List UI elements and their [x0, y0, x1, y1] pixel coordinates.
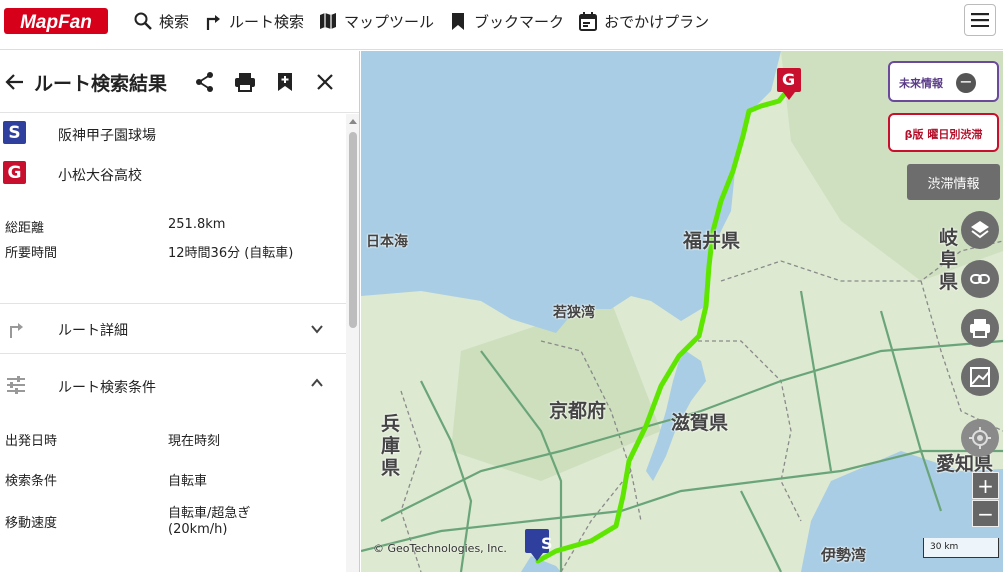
main-nav: 検索 ルート検索 マップツール ブックマーク おでかけプラン [133, 8, 723, 34]
hamburger-icon [971, 13, 989, 27]
minus-circle-icon[interactable]: − [956, 73, 976, 93]
time-label: 所要時間 [5, 246, 58, 261]
nav-map-tools[interactable]: マップツール [318, 11, 434, 32]
calendar-icon [579, 12, 598, 31]
back-arrow-icon[interactable] [4, 71, 26, 93]
label-sea-of-japan: 日本海 [366, 234, 408, 250]
search-condition-label: 検索条件 [5, 474, 58, 489]
conditions-table: 出発日時 現在時刻 検索条件 自転車 移動速度 自転車/超急ぎ (20km/h) [0, 416, 346, 572]
future-info-button[interactable]: 未来情報 − [888, 61, 999, 102]
start-mark: S [3, 121, 26, 144]
link-icon [970, 274, 990, 284]
nav-route-search-label: ルート検索 [229, 12, 305, 31]
terrain-icon [970, 367, 990, 387]
goal-point-row[interactable]: G 小松大谷高校 [0, 154, 346, 194]
route-detail-label: ルート詳細 [58, 323, 128, 339]
terrain-button[interactable] [961, 358, 999, 396]
chevron-down-icon [311, 325, 323, 334]
map-print-button[interactable] [961, 309, 999, 347]
departure-label: 出発日時 [5, 434, 58, 449]
map-icon [320, 13, 337, 29]
search-condition-value: 自転車 [168, 474, 208, 489]
start-marker-letter[interactable]: S [541, 534, 557, 553]
print-icon[interactable] [234, 71, 256, 93]
locate-icon [969, 427, 991, 449]
map-scale: 30 km [923, 538, 999, 558]
route-conditions-label: ルート検索条件 [58, 380, 156, 396]
departure-value: 現在時刻 [168, 434, 221, 449]
link-button[interactable] [961, 260, 999, 298]
beta-weekday-jam-button[interactable]: β版 曜日別渋滞 [888, 113, 999, 152]
goal-mark: G [3, 161, 26, 184]
zoom-in-button[interactable]: + [972, 472, 999, 499]
nav-bookmark[interactable]: ブックマーク [448, 11, 564, 32]
share-icon[interactable] [194, 71, 216, 93]
route-summary: 総距離 251.8km 所要時間 12時間36分 (自転車) [0, 194, 346, 304]
speed-label: 移動速度 [5, 516, 58, 531]
goal-point-name: 小松大谷高校 [58, 168, 142, 184]
print-icon [970, 319, 990, 338]
time-value: 12時間36分 (自転車) [168, 246, 294, 261]
map-copyright: © GeoTechnologies, Inc. [373, 542, 507, 555]
label-ise-bay: 伊勢湾 [821, 546, 867, 564]
panel-header: ルート検索結果 [0, 51, 359, 113]
bookmark-icon [452, 13, 465, 30]
mapfan-logo[interactable]: MapFan [4, 6, 108, 36]
speed-value-line2: (20km/h) [168, 522, 228, 537]
nav-map-tools-label: マップツール [344, 12, 435, 31]
label-hyogo-3: 県 [381, 457, 401, 479]
layers-icon [971, 221, 989, 239]
panel-title: ルート検索結果 [34, 73, 168, 95]
logo-text: MapFan [20, 12, 92, 33]
scroll-up-arrow-icon[interactable] [349, 119, 357, 124]
label-fukui: 福井県 [683, 230, 741, 252]
panel-scrollbar[interactable] [346, 114, 359, 572]
scrollbar-thumb[interactable] [349, 132, 357, 328]
zoom-out-button[interactable]: − [972, 500, 999, 527]
panel-scroll-area[interactable]: S 阪神甲子園球場 G 小松大谷高校 総距離 251.8km 所要時間 12時間… [0, 114, 346, 572]
distance-label: 総距離 [5, 221, 45, 236]
nav-route-search[interactable]: ルート検索 [203, 11, 304, 32]
tune-icon [7, 376, 25, 394]
jam-info-button[interactable]: 渋滞情報 [907, 164, 1000, 200]
close-icon[interactable] [314, 71, 336, 93]
goal-marker-letter[interactable]: G [782, 70, 798, 89]
start-point-name: 阪神甲子園球場 [58, 128, 156, 144]
menu-button[interactable] [964, 4, 996, 36]
label-kyoto: 京都府 [549, 400, 607, 422]
route-conditions-section[interactable]: ルート検索条件 [0, 354, 346, 416]
start-point-row[interactable]: S 阪神甲子園球場 [0, 114, 346, 154]
label-shiga: 滋賀県 [671, 412, 729, 434]
label-wakasa-bay: 若狭湾 [553, 305, 595, 321]
nav-search-label: 検索 [159, 12, 190, 31]
nav-outing-plan-label: おでかけプラン [604, 12, 710, 31]
bookmark-add-icon[interactable] [274, 71, 296, 93]
future-info-label: 未来情報 [899, 77, 943, 90]
nav-search[interactable]: 検索 [133, 11, 189, 32]
route-detail-section[interactable]: ルート詳細 [0, 304, 346, 354]
route-turn-icon [206, 15, 221, 30]
chevron-up-icon [311, 378, 323, 387]
label-gifu-3: 県 [939, 271, 959, 293]
layers-button[interactable] [961, 211, 999, 249]
map-view[interactable]: S G 日本海 若狭湾 福井県 岐 阜 県 京都府 滋賀県 兵 庫 県 愛知県 … [361, 51, 1003, 572]
current-location-button[interactable] [961, 419, 999, 457]
nav-bookmark-label: ブックマーク [474, 12, 565, 31]
top-header: MapFan 検索 ルート検索 マップツール ブックマーク おでかけプラン [0, 0, 1003, 50]
distance-value: 251.8km [168, 217, 226, 232]
route-turn-icon [10, 323, 23, 338]
speed-value-line1: 自転車/超急ぎ [168, 506, 251, 521]
search-icon [134, 12, 152, 30]
nav-outing-plan[interactable]: おでかけプラン [578, 11, 709, 32]
route-result-panel: ルート検索結果 S 阪神甲子園球場 G 小松大谷高校 総距離 251.8km 所… [0, 51, 360, 572]
